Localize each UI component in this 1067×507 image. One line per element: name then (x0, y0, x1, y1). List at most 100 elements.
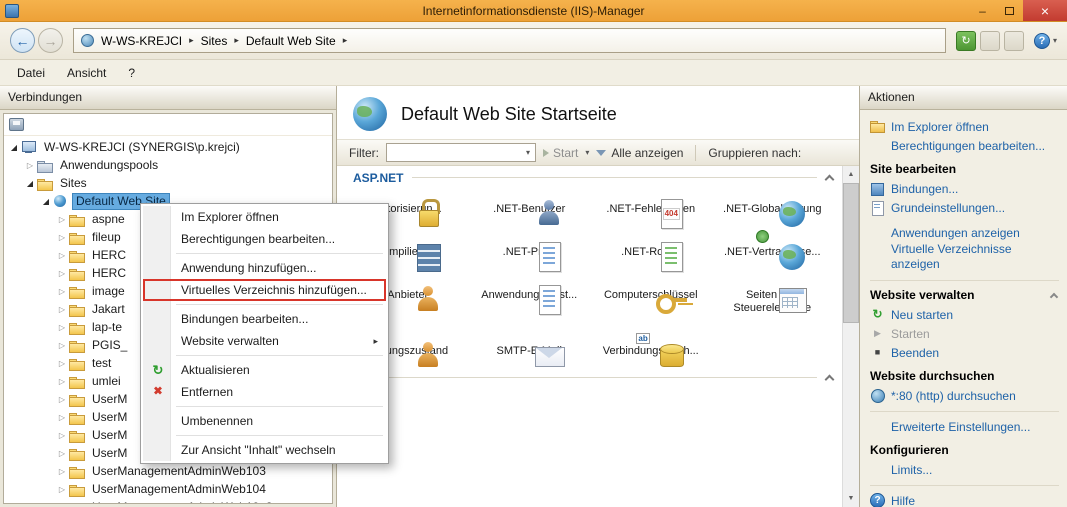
feature-anwendungseinstellungen[interactable]: Anwendungseinst... (469, 281, 591, 321)
context-item-add-application[interactable]: Anwendung hinzufügen... (143, 257, 386, 279)
breadcrumb-default-web-site[interactable]: Default Web Site (246, 34, 336, 48)
show-all-button[interactable]: Alle anzeigen (596, 146, 683, 160)
scroll-up-icon[interactable]: ▲ (843, 166, 859, 183)
expander-collapsed-icon[interactable]: ▷ (56, 467, 68, 476)
context-item-label: Zur Ansicht "Inhalt" wechseln (181, 443, 336, 457)
menu-datei[interactable]: Datei (6, 62, 56, 84)
group-title-site-bearbeiten: Site bearbeiten (870, 162, 957, 176)
expander-collapsed-icon[interactable]: ▷ (24, 161, 36, 170)
feature-net-benutzer[interactable]: .NET-Benutzer (469, 195, 591, 222)
breadcrumb-separator-icon[interactable]: ▸ (343, 35, 348, 46)
expander-expanded-icon[interactable]: ◢ (8, 143, 20, 152)
tree-node-child[interactable]: ▷ UserManagementAdminWeb103 (4, 462, 332, 480)
expander-collapsed-icon[interactable]: ▷ (56, 305, 68, 314)
expander-collapsed-icon[interactable]: ▷ (56, 395, 68, 404)
breadcrumb-separator-icon[interactable]: ▸ (189, 35, 194, 46)
action-limits[interactable]: Limits... (870, 460, 1061, 479)
expander-collapsed-icon[interactable]: ▷ (56, 503, 68, 504)
back-button[interactable]: ← (10, 28, 35, 53)
action-view-applications[interactable]: Anwendungen anzeigen (870, 223, 1061, 242)
expander-collapsed-icon[interactable]: ▷ (56, 323, 68, 332)
feature-net-globalisierung[interactable]: .NET-Globalisierung (712, 195, 834, 222)
action-advanced-settings[interactable]: Erweiterte Einstellungen... (870, 417, 1061, 436)
menu-help[interactable]: ? (117, 62, 146, 84)
context-item-refresh[interactable]: ↻ Aktualisieren (143, 359, 386, 381)
vertical-scrollbar[interactable]: ▲ ▼ (842, 166, 859, 507)
tree-node-sites[interactable]: ◢ Sites (4, 174, 332, 192)
action-label: Starten (891, 326, 930, 341)
expander-expanded-icon[interactable]: ◢ (40, 197, 52, 206)
help-menu-button[interactable]: ? ▾ (1033, 32, 1057, 49)
context-item-add-virtual-directory[interactable]: Virtuelles Verzeichnis hinzufügen... (143, 279, 386, 301)
tree-node-anwendungspools[interactable]: ▷ Anwendungspools (4, 156, 332, 174)
menu-ansicht[interactable]: Ansicht (56, 62, 117, 84)
feature-computerschluessel[interactable]: Computerschlüssel (590, 281, 712, 321)
chevron-down-icon[interactable]: ▾ (585, 148, 589, 157)
tree-node-child[interactable]: ▷ UserManagementAdminWeb10_3 (4, 498, 332, 503)
context-item-rename[interactable]: Umbenennen (143, 410, 386, 432)
expander-collapsed-icon[interactable]: ▷ (56, 449, 68, 458)
scrollbar-thumb[interactable] (843, 183, 859, 323)
action-browse-http[interactable]: *:80 (http) durchsuchen (870, 386, 1061, 405)
actions-header: Aktionen (860, 86, 1067, 110)
context-item-open-explorer[interactable]: Im Explorer öffnen (143, 206, 386, 228)
tree-node-child[interactable]: ▷ UserManagementAdminWeb104 (4, 480, 332, 498)
feature-net-vertrauensebenen[interactable]: .NET-Vertrauense... (712, 230, 834, 265)
scrollbar-track[interactable] (843, 323, 859, 490)
save-connection-icon[interactable] (9, 118, 24, 131)
expander-collapsed-icon[interactable]: ▷ (56, 359, 68, 368)
action-open-explorer[interactable]: Im Explorer öffnen (870, 117, 1061, 136)
context-item-switch-content-view[interactable]: Zur Ansicht "Inhalt" wechseln (143, 439, 386, 461)
feature-seiten-und-steuerelemente[interactable]: Seiten und Steuerelemente (712, 281, 834, 321)
tree-node-server[interactable]: ◢ W-WS-KREJCI (SYNERGIS\p.krejci) (4, 138, 332, 156)
breadcrumb-sites[interactable]: Sites (201, 34, 228, 48)
group-title-label: Website verwalten (870, 288, 975, 302)
folder-icon (69, 375, 85, 389)
collapse-section-icon[interactable] (824, 374, 835, 384)
folder-icon (69, 393, 85, 407)
action-stop[interactable]: ■ Beenden (870, 343, 1061, 362)
feature-verbindungszeichenfolgen[interactable]: ab Verbindungszeich... (590, 333, 712, 364)
action-edit-permissions[interactable]: Berechtigungen bearbeiten... (870, 136, 1061, 155)
refresh-page-button[interactable]: ↻ (955, 30, 976, 51)
scroll-down-icon[interactable]: ▼ (843, 490, 859, 507)
breadcrumb-separator-icon[interactable]: ▸ (234, 35, 239, 46)
breadcrumb-server[interactable]: W-WS-KREJCI (101, 34, 182, 48)
filter-go-button[interactable]: Start (543, 146, 578, 160)
action-basic-settings[interactable]: Grundeinstellungen... (870, 198, 1061, 217)
expander-collapsed-icon[interactable]: ▷ (56, 233, 68, 242)
action-restart[interactable]: ↻ Neu starten (870, 305, 1061, 324)
minimize-button[interactable]: – (969, 0, 996, 21)
feature-net-rollen[interactable]: .NET-Rollen (590, 238, 712, 265)
action-bindings[interactable]: Bindungen... (870, 179, 1061, 198)
expander-collapsed-icon[interactable]: ▷ (56, 287, 68, 296)
expander-collapsed-icon[interactable]: ▷ (56, 377, 68, 386)
context-item-edit-bindings[interactable]: Bindungen bearbeiten... (143, 308, 386, 330)
context-item-edit-permissions[interactable]: Berechtigungen bearbeiten... (143, 228, 386, 250)
forward-button[interactable]: → (38, 28, 63, 53)
collapse-section-icon[interactable] (824, 174, 835, 184)
website-globe-icon (353, 97, 387, 131)
expander-expanded-icon[interactable]: ◢ (24, 179, 36, 188)
action-help[interactable]: ? Hilfe (870, 491, 1061, 507)
expander-collapsed-icon[interactable]: ▷ (56, 413, 68, 422)
expander-collapsed-icon[interactable]: ▷ (56, 341, 68, 350)
feature-net-profil[interactable]: .NET-Profil (469, 238, 591, 265)
expander-collapsed-icon[interactable]: ▷ (56, 215, 68, 224)
filter-input[interactable]: ▾ (386, 143, 536, 162)
context-item-manage-website[interactable]: Website verwalten ▸ (143, 330, 386, 352)
maximize-button[interactable] (996, 0, 1023, 21)
action-label: Virtuelle Verzeichnisse anzeigen (891, 242, 1012, 271)
group-divider (870, 411, 1059, 412)
feature-net-fehlerseiten[interactable]: 404 .NET-Fehlerseiten (590, 195, 712, 222)
action-view-virtual-directories[interactable]: Virtuelle Verzeichnisse anzeigen (870, 242, 1061, 274)
expander-collapsed-icon[interactable]: ▷ (56, 251, 68, 260)
close-button[interactable]: × (1023, 0, 1067, 21)
expander-collapsed-icon[interactable]: ▷ (56, 485, 68, 494)
expander-collapsed-icon[interactable]: ▷ (56, 269, 68, 278)
feature-smtp-email[interactable]: SMTP-E-Mail (469, 337, 591, 364)
collapse-group-icon[interactable] (1049, 292, 1059, 301)
chevron-down-icon[interactable]: ▾ (521, 148, 535, 157)
context-item-remove[interactable]: ✖ Entfernen (143, 381, 386, 403)
expander-collapsed-icon[interactable]: ▷ (56, 431, 68, 440)
